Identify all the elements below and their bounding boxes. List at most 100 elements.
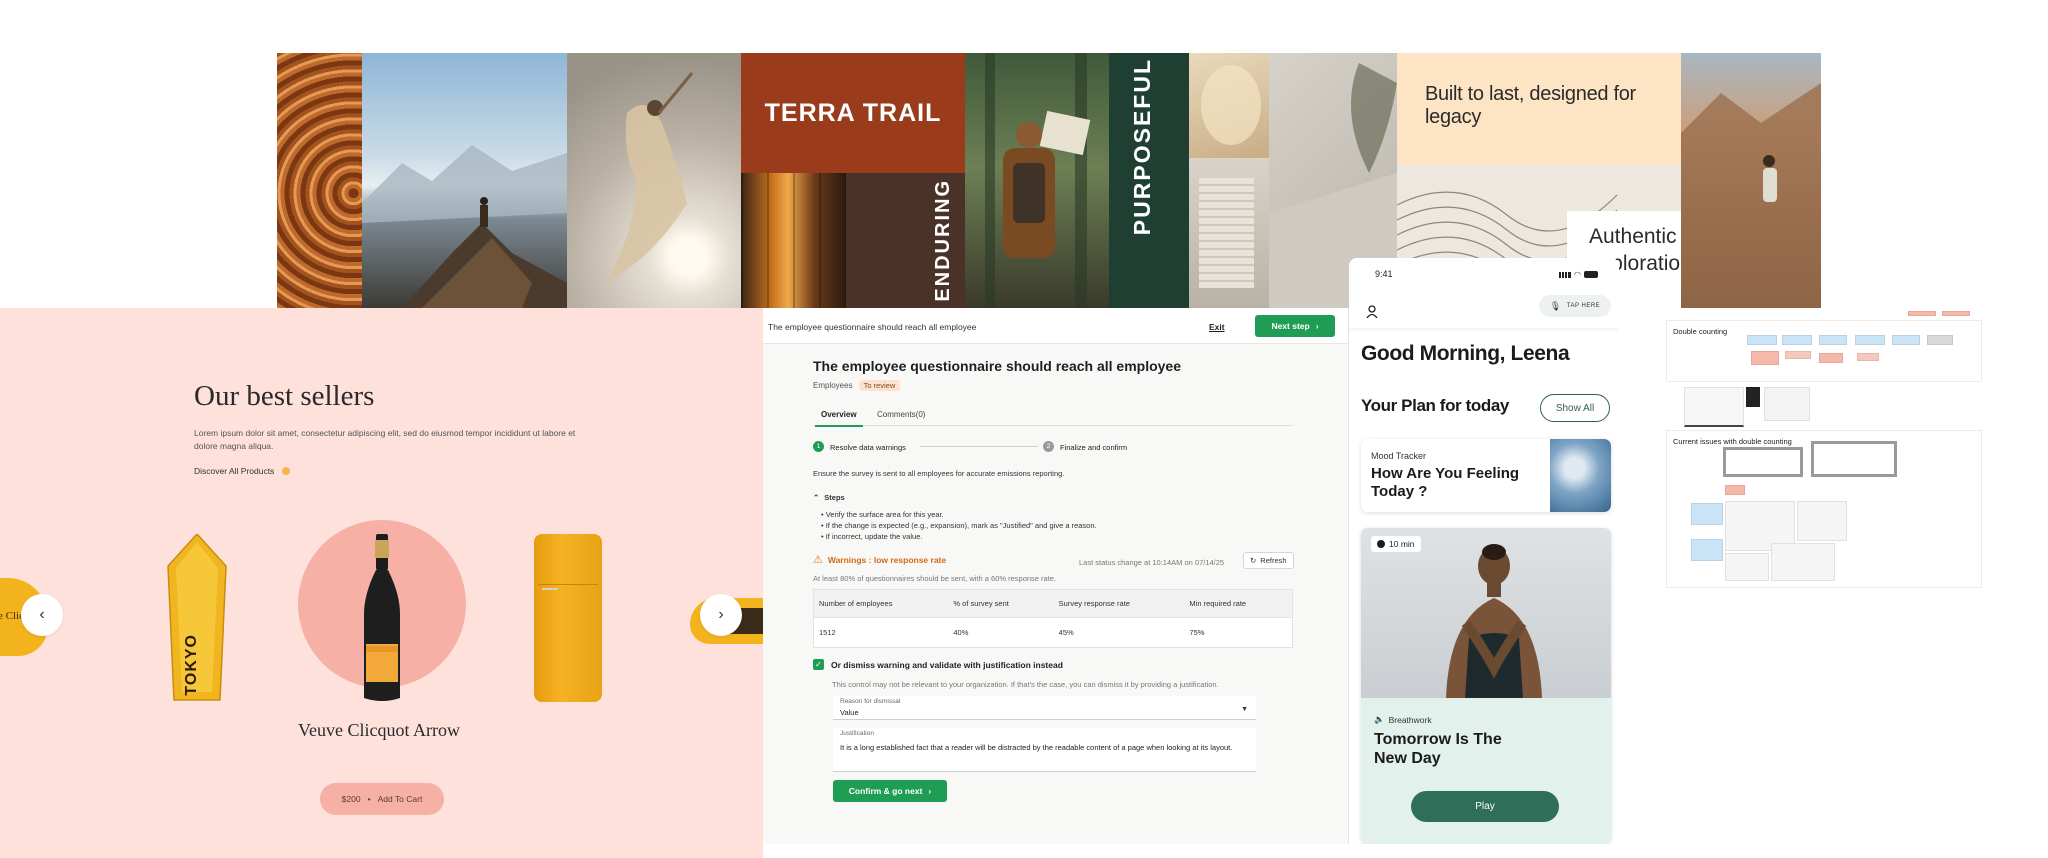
wood-rings-image (277, 53, 362, 308)
table-header: Survey response rate (1053, 589, 1185, 618)
quote-text: Built to last, designed for legacy (1425, 83, 1636, 128)
table-cell: 75% (1189, 628, 1205, 637)
sky-image (1550, 439, 1611, 512)
table-row: 1512 40% 45% 75% (814, 618, 1293, 648)
tokyo-sign-text: TOKYO (183, 634, 200, 696)
reason-select[interactable]: Reason for dismissal Value ▼ (833, 696, 1256, 720)
tab-comments[interactable]: Comments(0) (877, 410, 925, 419)
steps-toggle[interactable]: ⌃ Steps (813, 492, 845, 503)
next-step-label: Next step (1271, 321, 1310, 331)
step-item: • If the change is expected (e.g., expan… (821, 521, 1097, 530)
sticky-note (1942, 311, 1970, 316)
step-1-dot: 1 (813, 441, 824, 452)
breathwork-card[interactable]: 10 min 🔈 Breathwork Tomorrow Is The New … (1361, 528, 1611, 844)
table-header: Min required rate (1184, 589, 1293, 618)
mountain-hiker-image (362, 53, 567, 308)
sparkle-icon (282, 467, 291, 475)
next-step-button[interactable]: Next step › (1255, 315, 1335, 337)
status-badge: To review (858, 380, 901, 391)
warning-title: Warnings : low response rate (827, 554, 947, 565)
refresh-button[interactable]: ↻ Refresh (1243, 552, 1294, 569)
chevron-right-icon: › (1315, 321, 1319, 331)
paper-lamp-image (1189, 53, 1269, 158)
justification-value: It is a long established fact that a rea… (840, 743, 1233, 752)
topbar-title: The employee questionnaire should reach … (768, 322, 977, 332)
chevron-right-icon: › (718, 606, 724, 623)
warning-icon: ⚠ (813, 554, 823, 566)
voice-tap-button[interactable]: 🎙 TAP HERE (1539, 295, 1611, 317)
screenshot-thumbnail (1746, 387, 1760, 407)
enduring-word: ENDURING (932, 179, 954, 302)
mobile-header: 9:41 ◠ 🎙 TAP HERE (1349, 258, 1619, 328)
dismiss-row: ✓ Or dismiss warning and validate with j… (813, 659, 1063, 670)
table-header-row: Number of employees % of survey sent Sur… (813, 589, 1293, 618)
clock-icon (1377, 540, 1385, 548)
step-2-label: Finalize and confirm (1060, 443, 1128, 452)
mood-tracker-card[interactable]: Mood Tracker How Are You Feeling Today ? (1361, 439, 1611, 512)
chevron-left-icon: ‹ (39, 606, 45, 623)
product-yellow-fridge[interactable] (534, 534, 602, 702)
purposeful-tile: PURPOSEFUL (1109, 53, 1189, 308)
step-item: • If incorrect, update the value. (821, 532, 923, 541)
confirm-next-button[interactable]: Confirm & go next › (833, 780, 947, 802)
dismiss-checkbox[interactable]: ✓ (813, 659, 824, 670)
rock-climber-image (1681, 53, 1821, 308)
warning-table: Number of employees % of survey sent Sur… (813, 589, 1293, 648)
section-description: Lorem ipsum dolor sit amet, consectetur … (194, 428, 576, 451)
product-champagne-bottle[interactable] (358, 534, 406, 704)
hiker-map-image (965, 53, 1109, 308)
linen-image (1189, 158, 1269, 308)
category-label: Employees (813, 381, 853, 390)
reason-value: Value (840, 708, 859, 717)
dismiss-label: Or dismiss warning and validate with jus… (831, 659, 1063, 670)
breathwork-label: Breathwork (1388, 714, 1432, 725)
dancer-image (567, 53, 741, 308)
steps-list: • Verify the surface area for this year.… (821, 509, 1097, 542)
chevron-up-icon: ⌃ (813, 493, 820, 502)
breathwork-title: Tomorrow Is The New Day (1374, 731, 1502, 767)
tab-bar: Overview Comments(0) (813, 404, 1293, 427)
table-cell: 1512 (819, 628, 836, 637)
table-header: Number of employees (813, 589, 949, 618)
screenshot-thumbnail (1764, 387, 1810, 421)
product-tokyo-sign[interactable]: TOKYO (166, 534, 228, 702)
double-counting-frame[interactable]: Double counting (1666, 320, 1982, 382)
mood-label: Mood Tracker (1371, 451, 1427, 461)
add-to-cart-button[interactable]: $200 • Add To Cart (320, 783, 444, 815)
add-to-cart-label: Add To Cart (377, 794, 423, 804)
discover-label: Discover All Products (194, 466, 275, 476)
stepper-line (920, 446, 1038, 447)
carousel-next-button[interactable]: › (700, 594, 742, 636)
tab-overview[interactable]: Overview (815, 410, 863, 427)
show-all-button[interactable]: Show All (1540, 394, 1610, 422)
current-issues-frame[interactable]: Current issues with double counting (1666, 430, 1982, 588)
profile-icon[interactable] (1366, 305, 1378, 319)
table-cell: 45% (1058, 628, 1074, 637)
justification-textarea[interactable]: Justification It is a long established f… (833, 728, 1256, 772)
duration-label: 10 min (1389, 539, 1415, 549)
enduring-tile: ENDURING (846, 173, 965, 308)
dismiss-description: This control may not be relevant to your… (832, 680, 1219, 689)
duration-badge: 10 min (1371, 536, 1421, 552)
confirm-label: Confirm & go next (848, 786, 923, 796)
step-item: • Verify the surface area for this year. (821, 510, 944, 519)
screenshot-thumbnail (1684, 387, 1744, 427)
play-button[interactable]: Play (1411, 791, 1559, 822)
moodboard: TERRA TRAIL ENDURING PURPOSEFUL Built to… (277, 53, 1859, 308)
yoga-image: 10 min (1361, 528, 1611, 698)
quote-tile: Built to last, designed for legacy (1397, 53, 1681, 165)
discover-all-link[interactable]: Discover All Products (194, 466, 291, 476)
section-heading: Our best sellers (194, 380, 375, 412)
plan-heading: Your Plan for today (1361, 396, 1509, 415)
refresh-icon: ↻ (1250, 556, 1257, 565)
tap-here-label: TAP HERE (1566, 303, 1601, 309)
forest-window-image (741, 173, 846, 308)
caret-down-icon: ▼ (1241, 706, 1248, 713)
last-status-text: Last status change at 10:14AM on 07/14/2… (1079, 558, 1225, 567)
reason-label: Reason for dismissal (840, 698, 901, 705)
signal-battery-icons: ◠ (1559, 270, 1598, 279)
exit-link[interactable]: Exit (1209, 322, 1225, 332)
step-2-dot: 2 (1043, 441, 1054, 452)
diagram-board: Double counting Current issues with doub… (1666, 308, 1982, 588)
carousel-prev-button[interactable]: ‹ (21, 594, 63, 636)
